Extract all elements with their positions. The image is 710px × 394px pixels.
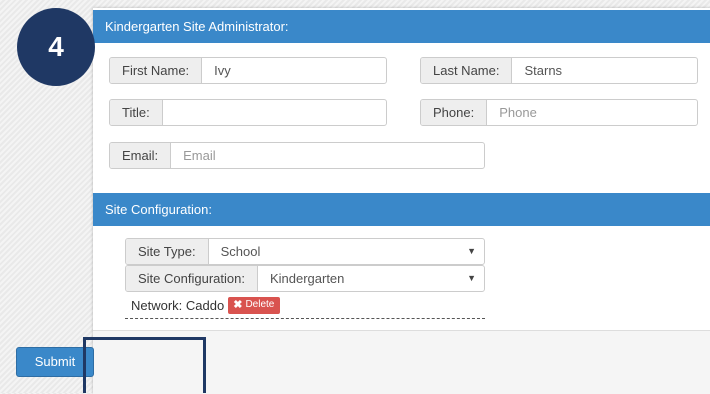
email-label: Email: (110, 143, 172, 168)
phone-input[interactable]: Phone (487, 100, 697, 125)
title-input[interactable] (163, 100, 386, 125)
first-name-label: First Name: (110, 58, 203, 83)
title-group: Title: (109, 99, 387, 126)
network-label: Network: Caddo (131, 298, 225, 313)
chevron-down-icon: ▼ (467, 273, 476, 283)
site-type-select[interactable]: School ▼ (209, 239, 484, 264)
step-number-badge: 4 (17, 8, 95, 86)
site-type-group: Site Type: School ▼ (125, 238, 485, 265)
last-name-input[interactable]: Starns (512, 58, 697, 83)
delete-label: Delete (245, 299, 275, 310)
site-type-value: School (220, 244, 261, 259)
dashed-divider (125, 318, 485, 319)
phone-label: Phone: (421, 100, 488, 125)
last-name-label: Last Name: (421, 58, 513, 83)
site-configuration-label: Site Configuration: (126, 266, 258, 291)
email-input[interactable]: Email (171, 143, 484, 168)
site-config-header: Site Configuration: (93, 193, 710, 226)
site-config-title: Site Configuration: (105, 202, 212, 217)
site-configuration-select[interactable]: Kindergarten ▼ (258, 266, 484, 291)
title-label: Title: (110, 100, 163, 125)
delete-button[interactable]: ✖ Delete (228, 297, 281, 314)
chevron-down-icon: ▼ (467, 246, 476, 256)
first-name-group: First Name: Ivy (109, 57, 387, 84)
site-configuration-value: Kindergarten (269, 271, 345, 286)
admin-section-title: Kindergarten Site Administrator: (105, 19, 289, 34)
site-configuration-group: Site Configuration: Kindergarten ▼ (125, 265, 485, 292)
close-icon: ✖ (233, 299, 243, 311)
last-name-group: Last Name: Starns (420, 57, 698, 84)
phone-group: Phone: Phone (420, 99, 698, 126)
submit-highlight-box (83, 337, 206, 393)
email-group: Email: Email (109, 142, 485, 169)
network-row: Network: Caddo ✖ Delete (131, 297, 281, 314)
site-type-label: Site Type: (126, 239, 209, 264)
first-name-input[interactable]: Ivy (202, 58, 386, 83)
admin-section-header: Kindergarten Site Administrator: (93, 10, 710, 43)
form-panel: Kindergarten Site Administrator: First N… (93, 8, 710, 394)
